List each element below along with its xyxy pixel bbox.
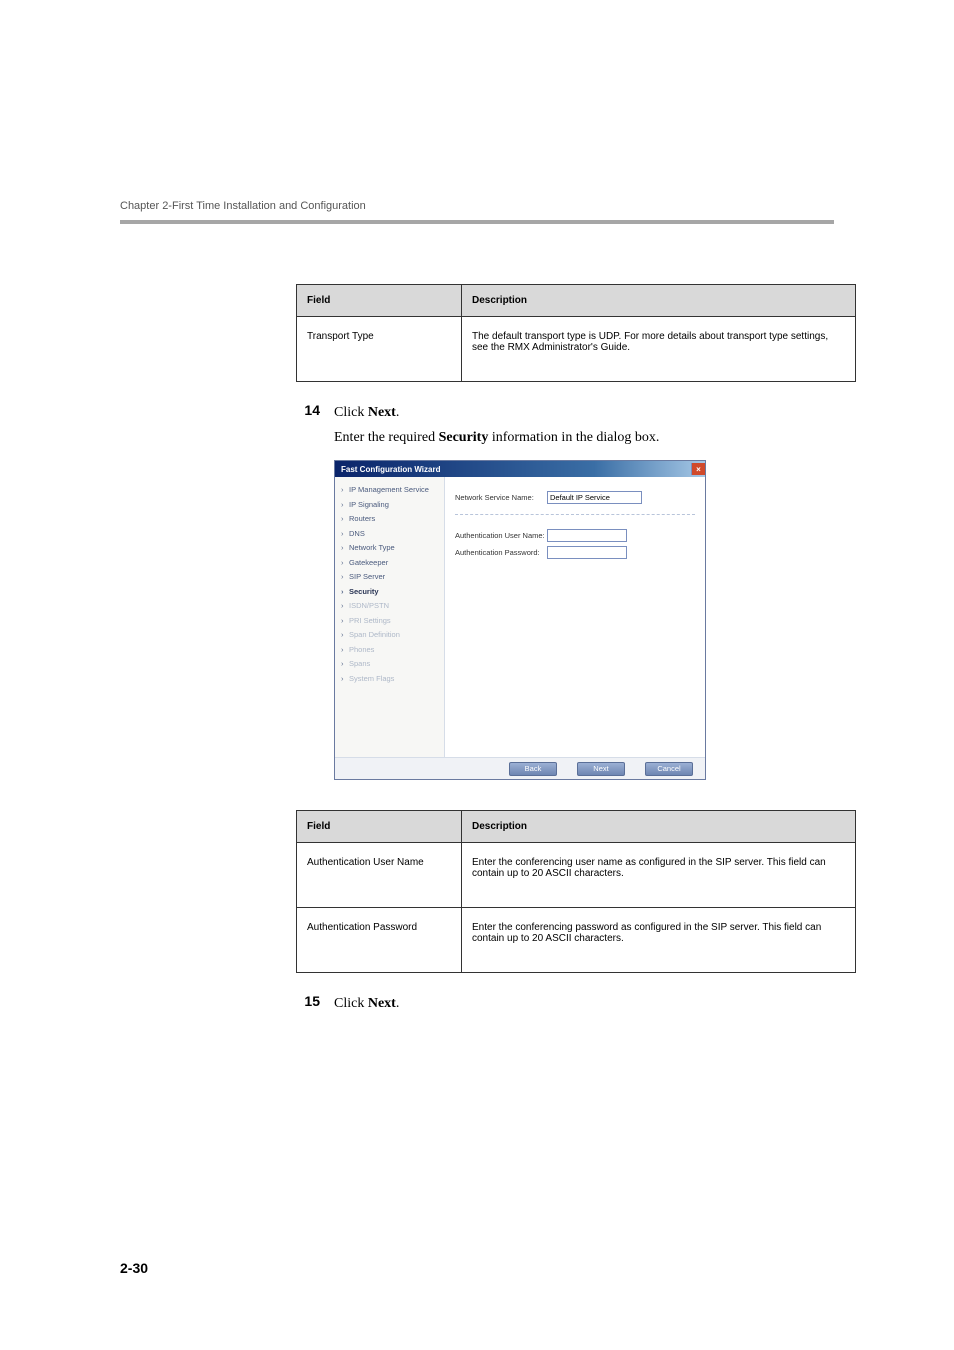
dialog-title: Fast Configuration Wizard: [341, 465, 440, 474]
page-number: 2-30: [120, 1260, 148, 1276]
bold-next: Next: [368, 405, 396, 420]
step-action: Click Next.: [334, 993, 399, 1015]
network-service-name-input[interactable]: [547, 491, 642, 504]
auth-password-input[interactable]: [547, 546, 627, 559]
wizard-step-routers[interactable]: Routers: [339, 512, 440, 527]
fast-configuration-wizard-dialog: Fast Configuration Wizard × IP Managemen…: [334, 460, 706, 780]
text: Enter the required: [334, 430, 439, 445]
wizard-step-phones: Phones: [339, 643, 440, 658]
th-field: Field: [297, 811, 462, 843]
wizard-step-spans: Spans: [339, 657, 440, 672]
cell-description: The default transport type is UDP. For m…: [462, 317, 856, 382]
text: .: [396, 405, 400, 420]
auth-user-row: Authentication User Name:: [455, 529, 695, 542]
step-number: 14: [296, 402, 320, 424]
close-button[interactable]: ×: [691, 463, 705, 475]
step-14-description: Enter the required Security information …: [334, 430, 834, 446]
cell-field: Authentication Password: [297, 908, 462, 973]
wizard-step-security[interactable]: Security: [339, 585, 440, 600]
bold-next: Next: [368, 996, 396, 1011]
wizard-step-sip-server[interactable]: SIP Server: [339, 570, 440, 585]
wizard-step-dns[interactable]: DNS: [339, 527, 440, 542]
auth-user-input[interactable]: [547, 529, 627, 542]
cancel-button[interactable]: Cancel: [645, 762, 693, 776]
wizard-step-pri-settings: PRI Settings: [339, 614, 440, 629]
wizard-step-gatekeeper[interactable]: Gatekeeper: [339, 556, 440, 571]
wizard-step-network-type[interactable]: Network Type: [339, 541, 440, 556]
form-separator: [455, 514, 695, 515]
cell-field: Transport Type: [297, 317, 462, 382]
wizard-step-ip-signaling[interactable]: IP Signaling: [339, 498, 440, 513]
wizard-step-system-flags: System Flags: [339, 672, 440, 687]
dialog-titlebar[interactable]: Fast Configuration Wizard ×: [335, 461, 705, 477]
th-description: Description: [462, 811, 856, 843]
cell-field: Authentication User Name: [297, 843, 462, 908]
auth-password-row: Authentication Password:: [455, 546, 695, 559]
step-number: 15: [296, 993, 320, 1015]
table-header-row: Field Description: [297, 811, 856, 843]
text: information in the dialog box.: [488, 430, 659, 445]
text: .: [396, 996, 400, 1011]
bold-security: Security: [439, 430, 489, 445]
text: Click: [334, 405, 368, 420]
table-row: Transport Type The default transport typ…: [297, 317, 856, 382]
table-row: Authentication Password Enter the confer…: [297, 908, 856, 973]
table-header-row: Field Description: [297, 285, 856, 317]
th-description: Description: [462, 285, 856, 317]
step-14: 14 Click Next.: [296, 402, 834, 424]
auth-user-label: Authentication User Name:: [455, 531, 547, 540]
back-button[interactable]: Back: [509, 762, 557, 776]
next-button[interactable]: Next: [577, 762, 625, 776]
wizard-step-ip-management-service[interactable]: IP Management Service: [339, 483, 440, 498]
auth-password-label: Authentication Password:: [455, 548, 547, 557]
network-service-name-row: Network Service Name:: [455, 491, 695, 504]
cell-description: Enter the conferencing password as confi…: [462, 908, 856, 973]
wizard-form-panel: Network Service Name: Authentication Use…: [445, 477, 705, 757]
network-service-name-label: Network Service Name:: [455, 493, 547, 502]
chapter-header: Chapter 2-First Time Installation and Co…: [120, 200, 834, 212]
security-fields-table: Field Description Authentication User Na…: [296, 810, 856, 973]
wizard-step-isdn-pstn: ISDN/PSTN: [339, 599, 440, 614]
wizard-step-sidebar: IP Management ServiceIP SignalingRouters…: [335, 477, 445, 757]
sip-transport-table: Field Description Transport Type The def…: [296, 284, 856, 382]
cell-description: Enter the conferencing user name as conf…: [462, 843, 856, 908]
header-rule: [120, 220, 834, 224]
step-action: Click Next.: [334, 402, 399, 424]
wizard-footer: Back Next Cancel: [335, 757, 705, 779]
text: Click: [334, 996, 368, 1011]
wizard-step-span-definition: Span Definition: [339, 628, 440, 643]
close-icon: ×: [696, 465, 701, 474]
step-15: 15 Click Next.: [296, 993, 834, 1015]
th-field: Field: [297, 285, 462, 317]
dialog-body: IP Management ServiceIP SignalingRouters…: [335, 477, 705, 757]
table-row: Authentication User Name Enter the confe…: [297, 843, 856, 908]
